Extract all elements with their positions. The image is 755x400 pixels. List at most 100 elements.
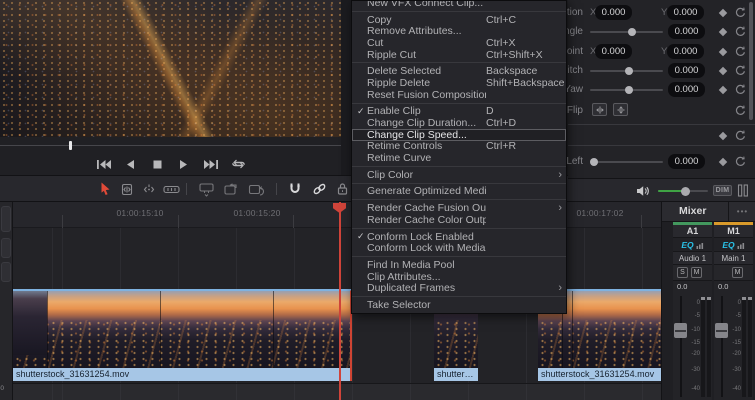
reset-icon[interactable]: [734, 83, 747, 96]
keyframe-icon[interactable]: [719, 9, 727, 17]
position-y-field[interactable]: 0.000: [667, 5, 704, 20]
solo-button[interactable]: S: [677, 267, 688, 278]
menu-item[interactable]: Retime Curve: [352, 152, 566, 164]
fader-handle[interactable]: [715, 323, 728, 338]
insert-clip-icon[interactable]: [197, 181, 215, 197]
angle-field[interactable]: 0.000: [668, 24, 705, 39]
stop-button[interactable]: [148, 158, 166, 171]
menu-item[interactable]: New VFX Connect Clip...: [352, 0, 566, 9]
audio-track-area[interactable]: [13, 383, 661, 400]
trim-edit-mode-icon[interactable]: [118, 181, 136, 197]
menu-item[interactable]: Clip Color ›: [352, 169, 566, 181]
anchor-y-field[interactable]: 0.000: [667, 44, 704, 59]
playhead-line[interactable]: [339, 202, 341, 400]
menu-item[interactable]: Retime Controls Ctrl+R: [352, 141, 566, 153]
menu-item[interactable]: [352, 9, 566, 14]
angle-slider-handle[interactable]: [628, 28, 636, 36]
overwrite-clip-icon[interactable]: [222, 181, 240, 197]
menu-item[interactable]: Render Cache Fusion Output ›: [352, 202, 566, 214]
keyframe-icon[interactable]: [719, 86, 727, 94]
menu-item[interactable]: Duplicated Frames ›: [352, 282, 566, 294]
menu-item[interactable]: Remove Attributes...: [352, 25, 566, 37]
menu-item[interactable]: [352, 164, 566, 169]
menu-item[interactable]: Reset Fusion Composition...: [352, 89, 566, 101]
dim-button[interactable]: DIM: [713, 185, 732, 196]
pitch-slider-handle[interactable]: [625, 67, 633, 75]
play-reverse-button[interactable]: [121, 158, 139, 171]
menu-item[interactable]: [352, 181, 566, 186]
timeline-clip[interactable]: shutterstock_31631254.mov: [13, 289, 352, 381]
reset-icon[interactable]: [734, 6, 747, 19]
menu-item[interactable]: Copy Ctrl+C: [352, 14, 566, 26]
track-header-button[interactable]: [1, 262, 11, 282]
yaw-slider-handle[interactable]: [625, 86, 633, 94]
replace-clip-icon[interactable]: [248, 181, 266, 197]
selection-mode-icon[interactable]: [96, 181, 114, 197]
reset-icon[interactable]: [734, 155, 747, 168]
yaw-field[interactable]: 0.000: [668, 82, 705, 97]
meters-icon[interactable]: [737, 184, 749, 202]
reset-icon[interactable]: [734, 64, 747, 77]
position-lock-icon[interactable]: [333, 181, 351, 197]
keyframe-icon[interactable]: [719, 158, 727, 166]
menu-item[interactable]: Ripple Delete Shift+Backspace: [352, 77, 566, 89]
keyframe-icon[interactable]: [719, 48, 727, 56]
channel-eq[interactable]: EQ: [673, 238, 712, 252]
menu-item[interactable]: [352, 294, 566, 299]
position-x-field[interactable]: 0.000: [595, 5, 632, 20]
dynamic-trim-mode-icon[interactable]: [140, 181, 158, 197]
menu-item[interactable]: [352, 254, 566, 259]
loop-button[interactable]: [229, 158, 247, 171]
reset-icon[interactable]: [734, 45, 747, 58]
menu-item[interactable]: Cut Ctrl+X: [352, 37, 566, 49]
angle-slider[interactable]: [590, 31, 663, 33]
reset-icon[interactable]: [734, 129, 747, 142]
menu-item[interactable]: [352, 101, 566, 106]
menu-item[interactable]: Render Cache Color Output: [352, 214, 566, 226]
mute-button[interactable]: M: [732, 267, 743, 278]
snapping-magnet-icon[interactable]: [286, 181, 304, 197]
menu-item[interactable]: Delete Selected Backspace: [352, 65, 566, 77]
go-to-end-button[interactable]: [202, 158, 220, 171]
flip-vertical-button[interactable]: [613, 103, 628, 116]
linked-selection-icon[interactable]: [310, 181, 328, 197]
menu-item[interactable]: Take Selector: [352, 299, 566, 311]
menu-item[interactable]: Change Clip Duration... Ctrl+D: [352, 117, 566, 129]
menu-item[interactable]: ✓ Enable Clip D: [352, 106, 566, 118]
crop-left-slider-handle[interactable]: [590, 158, 598, 166]
crop-left-slider[interactable]: [593, 161, 663, 163]
keyframe-icon[interactable]: [719, 132, 727, 140]
flip-horizontal-button[interactable]: [592, 103, 607, 116]
menu-item[interactable]: Generate Optimized Media: [352, 186, 566, 198]
play-button[interactable]: [175, 158, 193, 171]
reset-icon[interactable]: [734, 104, 747, 117]
pitch-field[interactable]: 0.000: [668, 63, 705, 78]
volume-slider-handle[interactable]: [681, 187, 690, 196]
track-header-strip[interactable]: 1.0: [0, 202, 13, 400]
channel-eq[interactable]: EQ: [714, 238, 753, 252]
keyframe-icon[interactable]: [719, 28, 727, 36]
menu-item[interactable]: Change Clip Speed...: [352, 129, 566, 141]
scrubber-playhead[interactable]: [69, 141, 72, 150]
reset-icon[interactable]: [734, 25, 747, 38]
mixer-options-icon[interactable]: •••: [728, 202, 755, 222]
menu-item[interactable]: [352, 60, 566, 65]
viewer-scrubber[interactable]: [0, 137, 341, 153]
anchor-x-field[interactable]: 0.000: [595, 44, 632, 59]
keyframe-icon[interactable]: [719, 67, 727, 75]
mute-button[interactable]: M: [691, 267, 702, 278]
menu-item[interactable]: Find In Media Pool: [352, 259, 566, 271]
menu-item[interactable]: ✓ Conform Lock Enabled: [352, 231, 566, 243]
crop-left-field[interactable]: 0.000: [668, 154, 705, 169]
menu-item[interactable]: Ripple Cut Ctrl+Shift+X: [352, 49, 566, 61]
speaker-icon[interactable]: [636, 184, 649, 202]
fader-handle[interactable]: [674, 323, 687, 338]
go-to-start-button[interactable]: [94, 158, 112, 171]
track-header-button[interactable]: [1, 206, 11, 232]
menu-item[interactable]: [352, 226, 566, 231]
inspector-scrollbar[interactable]: [749, 2, 753, 120]
menu-item[interactable]: Conform Lock with Media Pool Clip: [352, 242, 566, 254]
track-header-button[interactable]: [1, 238, 11, 258]
menu-item[interactable]: [352, 197, 566, 202]
menu-item[interactable]: Clip Attributes...: [352, 271, 566, 283]
